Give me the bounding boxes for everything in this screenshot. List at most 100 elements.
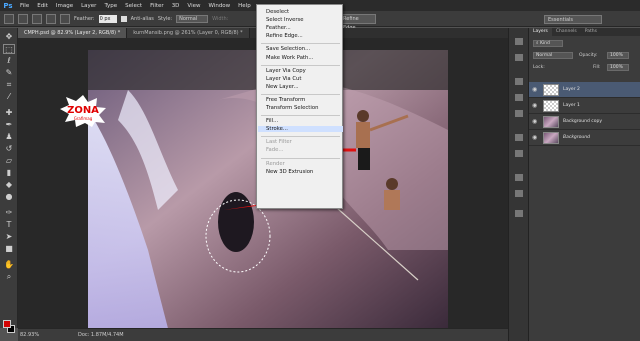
menu-separator [261,43,340,45]
menu-item-deselect[interactable]: Deselect [266,9,289,15]
3d-panel-icon[interactable] [515,210,523,217]
marquee-tool-icon[interactable]: ⬚ [3,44,15,54]
menu-image[interactable]: Image [52,3,77,9]
menu-separator [261,157,340,159]
workspace-select[interactable]: Essentials [544,15,602,24]
layers-panel-tabs: Layers Channels Paths [529,28,640,36]
refine-edge-button[interactable]: Refine Edge... [340,14,376,31]
opacity-input[interactable]: 100% [607,52,629,59]
brush-panel-icon[interactable] [515,78,523,85]
menu-item-stroke[interactable]: Stroke... [258,126,343,133]
menu-item-save-selection[interactable]: Save Selection... [266,46,310,52]
gradient-tool-icon[interactable]: ▮ [3,168,15,178]
marquee-tool-icon[interactable] [4,13,14,24]
intersect-selection-icon[interactable] [60,13,70,24]
visibility-eye-icon[interactable]: ◉ [532,134,540,142]
layer-row-layer-2[interactable]: ◉ Layer 2 [529,82,640,98]
move-tool-icon[interactable]: ✥ [3,32,15,42]
layers-panel: Layers Channels Paths ⌕ Kind Normal Opac… [528,28,640,341]
brush-tool-icon[interactable]: ✒ [3,120,15,130]
paragraph-panel-icon[interactable] [515,150,523,157]
menu-separator [261,136,340,138]
zoom-tool-icon[interactable]: ⌕ [3,272,15,282]
menu-item-layer-via-copy[interactable]: Layer Via Copy [266,68,306,74]
menu-3d[interactable]: 3D [168,3,184,9]
tab-kurnmansib[interactable]: kurnMansib.png @ 261% (Layer 0, RGB/8) * [127,28,250,38]
layer-row-background[interactable]: ◉ Background [529,130,640,146]
pen-tool-icon[interactable]: ✑ [3,208,15,218]
layer-thumbnail [543,100,559,112]
menu-item-refine-edge[interactable]: Refine Edge... [266,33,303,39]
menu-help[interactable]: Help [234,3,255,9]
tab-cmph[interactable]: CMPH.psd @ 82.9% (Layer 2, RGB/8) * [18,28,128,38]
menu-item-free-transform[interactable]: Free Transform [266,97,305,103]
visibility-eye-icon[interactable]: ◉ [532,118,540,126]
foreground-color-swatch[interactable] [3,320,11,328]
shape-tool-icon[interactable]: ■ [3,244,15,254]
new-selection-icon[interactable] [18,13,28,24]
tab-layers[interactable]: Layers [529,28,552,36]
menu-item-feather[interactable]: Feather... [266,25,291,31]
menu-view[interactable]: View [183,3,204,9]
dodge-tool-icon[interactable]: ● [3,192,15,202]
crop-tool-icon[interactable]: ⌗ [3,80,15,90]
antialias-label: Anti-alias [130,15,154,22]
menu-item-last-filter: Last Filter [266,139,292,146]
layer-row-layer-1[interactable]: ◉ Layer 1 [529,98,640,114]
style-select[interactable]: Normal [176,14,209,23]
fill-input[interactable]: 100% [607,64,629,71]
zoom-level[interactable]: 82.93% [20,329,39,341]
add-selection-icon[interactable] [32,13,42,24]
menu-item-make-work-path[interactable]: Make Work Path... [266,55,313,61]
menu-window[interactable]: Window [204,3,234,9]
eyedropper-tool-icon[interactable]: ⁄ [3,92,15,102]
menu-filter[interactable]: Filter [146,3,168,9]
menu-separator [261,115,340,117]
subtract-selection-icon[interactable] [46,13,56,24]
tab-paths[interactable]: Paths [581,28,601,36]
history-brush-tool-icon[interactable]: ↺ [3,144,15,154]
stamp-tool-icon[interactable]: ♟ [3,132,15,142]
info-panel-icon[interactable] [515,190,523,197]
eraser-tool-icon[interactable]: ▱ [3,156,15,166]
menu-select[interactable]: Select [121,3,146,9]
actions-panel-icon[interactable] [515,54,523,61]
tab-channels[interactable]: Channels [552,28,581,36]
visibility-eye-icon[interactable]: ◉ [532,102,540,110]
brush-presets-icon[interactable] [515,94,523,101]
antialias-checkbox[interactable] [120,15,127,22]
menu-file[interactable]: File [16,3,33,9]
feather-input[interactable]: 0 px [98,14,117,23]
visibility-eye-icon[interactable]: ◉ [532,86,540,94]
menu-layer[interactable]: Layer [77,3,100,9]
blend-mode-select[interactable]: Normal [533,52,573,59]
blur-tool-icon[interactable]: ◆ [3,180,15,190]
watermark-subtext: Grafimag [74,116,93,121]
tools-panel: ✥ ⬚ ℓ ✎ ⌗ ⁄ ✚ ✒ ♟ ↺ ▱ ▮ ◆ ● ✑ T ➤ ■ ✋ ⌕ [0,28,18,333]
character-panel-icon[interactable] [515,134,523,141]
menu-item-select-inverse[interactable]: Select Inverse [266,17,304,23]
healing-tool-icon[interactable]: ✚ [3,108,15,118]
lasso-tool-icon[interactable]: ℓ [3,56,15,66]
menu-item-transform-selection[interactable]: Transform Selection [266,105,318,111]
history-panel-icon[interactable] [515,38,523,45]
clone-source-icon[interactable] [515,110,523,117]
quick-select-tool-icon[interactable]: ✎ [3,68,15,78]
context-menu: Deselect Select Inverse Feather... Refine E… [256,4,343,209]
hand-tool-icon[interactable]: ✋ [3,260,15,270]
panel-dock-strip [508,28,528,341]
path-select-tool-icon[interactable]: ➤ [3,232,15,242]
style-label: Style: [157,15,173,22]
menu-edit[interactable]: Edit [33,3,52,9]
menu-item-fill[interactable]: Fill... [266,118,278,124]
menu-type[interactable]: Type [100,3,121,9]
watermark-text: ZONA [67,105,99,116]
layer-name: Background [563,135,590,140]
properties-panel-icon[interactable] [515,174,523,181]
menu-item-new-layer[interactable]: New Layer... [266,84,299,90]
menu-item-new-3d-extrusion[interactable]: New 3D Extrusion [266,169,313,175]
layer-row-background-copy[interactable]: ◉ Background copy [529,114,640,130]
filter-kind-select[interactable]: ⌕ Kind [533,40,563,47]
type-tool-icon[interactable]: T [3,220,15,230]
menu-item-layer-via-cut[interactable]: Layer Via Cut [266,76,302,82]
